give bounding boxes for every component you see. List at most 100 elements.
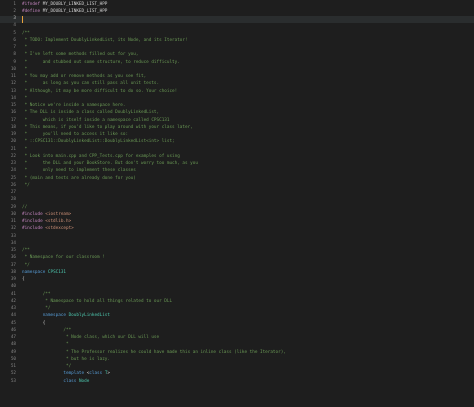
code-line[interactable]: 19 * you'll need to access it like so: xyxy=(0,132,474,139)
code-line[interactable]: 41 /** xyxy=(0,292,474,299)
code-line[interactable]: 2 #define MY_DOUBLY_LINKED_LIST_HPP xyxy=(0,9,474,16)
line-number: 29 xyxy=(10,204,16,210)
code-text: * Look into main.cpp and CPP_Tests.cpp f… xyxy=(22,153,180,159)
code-line[interactable]: 48 * xyxy=(0,342,474,349)
code-line[interactable]: 17 * which is itself inside a namespace … xyxy=(0,118,474,125)
line-number: 32 xyxy=(10,226,16,232)
code-text: * the DLL and your BookStore. But don't … xyxy=(22,161,198,166)
line-number: 44 xyxy=(10,313,16,319)
code-line[interactable]: 39 { xyxy=(0,277,474,284)
code-line[interactable]: 25 * (main and tests are already done fo… xyxy=(0,176,474,183)
line-number: 52 xyxy=(10,371,16,377)
line-number: 51 xyxy=(10,364,16,369)
code-text: * xyxy=(22,342,69,348)
code-line[interactable]: 6 * TODO: Implement DoublyLinkedList, it… xyxy=(0,38,474,45)
line-number: 18 xyxy=(10,124,16,130)
code-line[interactable]: 28 xyxy=(0,197,474,204)
code-text: * Node class, which our DLL will use xyxy=(22,335,160,340)
code-line[interactable]: 27 xyxy=(0,190,474,197)
line-number: 34 xyxy=(10,240,16,246)
code-text: #include <stdexcept> xyxy=(22,226,74,232)
code-line[interactable]: 14 * xyxy=(0,96,474,103)
code-line[interactable]: 46 /** xyxy=(0,328,474,335)
code-text: * you'll need to access it like so: xyxy=(22,132,129,137)
code-line[interactable]: 11 * You may add or remove methods as yo… xyxy=(0,74,474,81)
code-text: */ xyxy=(22,306,51,311)
code-line[interactable]: 44 namespace DoublyLinkedList xyxy=(0,313,474,320)
code-text: #include <iostream> xyxy=(22,211,72,217)
code-line[interactable]: 38 namespace CPSC131 xyxy=(0,270,474,277)
line-number: 53 xyxy=(10,378,16,384)
code-line[interactable]: 29 // xyxy=(0,205,474,212)
code-text: namespace DoublyLinkedList xyxy=(42,313,110,319)
code-line[interactable]: 40 xyxy=(0,284,474,291)
code-text: * but he is lazy. xyxy=(22,356,110,362)
line-number: 40 xyxy=(10,284,16,290)
code-line[interactable]: 32 #include <stdexcept> xyxy=(0,226,474,233)
line-number: 43 xyxy=(10,306,16,311)
code-line[interactable]: 37 */ xyxy=(0,263,474,270)
code-line[interactable]: 10 * xyxy=(0,67,474,74)
line-number: 23 xyxy=(10,161,16,166)
code-text: #ifndef MY_DOUBLY_LINKED_LIST_HPP xyxy=(22,1,108,7)
line-number: 50 xyxy=(10,356,16,362)
code-text: * This means, if you'd like to play arou… xyxy=(22,124,193,130)
code-line[interactable]: 20 * ::CPSC131::DoublyLinkedList::Doubly… xyxy=(0,139,474,146)
code-line[interactable]: 8 * I've left some methods filled out fo… xyxy=(0,52,474,59)
code-line[interactable]: 36 * Namespace for our classroom ! xyxy=(0,255,474,262)
line-number: 39 xyxy=(10,277,16,282)
code-line[interactable]: 35 /** xyxy=(0,248,474,255)
code-text: * and stubbed out some structure, to red… xyxy=(22,59,180,65)
line-number: 48 xyxy=(10,342,16,348)
code-line[interactable]: 26 */ xyxy=(0,183,474,190)
code-line[interactable]: 34 xyxy=(0,241,474,248)
code-line[interactable]: 49 * The Professor realizes he could hav… xyxy=(0,350,474,357)
code-text: * Namespace for our classroom ! xyxy=(22,255,105,261)
code-text: * xyxy=(22,66,28,72)
code-text: */ xyxy=(22,182,30,188)
code-line[interactable]: 30 #include <iostream> xyxy=(0,212,474,219)
line-number: 12 xyxy=(10,81,16,87)
line-number: 41 xyxy=(10,291,16,297)
code-line[interactable]: 1 #ifndef MY_DOUBLY_LINKED_LIST_HPP xyxy=(0,2,474,9)
line-number: 2 xyxy=(13,8,16,14)
line-number: 27 xyxy=(10,190,16,195)
code-line[interactable]: 43 */ xyxy=(0,306,474,313)
line-number: 46 xyxy=(10,327,16,333)
code-text: * which is itself inside a namespace cal… xyxy=(22,117,170,123)
code-line[interactable]: 15 * Notice we're inside a namespace her… xyxy=(0,103,474,110)
code-text: * I've left some methods filled out for … xyxy=(22,52,139,58)
code-text: { xyxy=(22,277,25,282)
line-number: 8 xyxy=(13,52,16,58)
code-line[interactable]: 33 xyxy=(0,234,474,241)
code-line[interactable]: 16 * The DLL is inside a class called Do… xyxy=(0,110,474,117)
code-line[interactable]: 31 #include <stdlib.h> xyxy=(0,219,474,226)
code-line[interactable]: 50 * but he is lazy. xyxy=(0,357,474,364)
code-line[interactable]: 12 * as long as you can still pass all u… xyxy=(0,81,474,88)
code-line[interactable]: 47 * Node class, which our DLL will use xyxy=(0,335,474,342)
code-line[interactable]: 5 /** xyxy=(0,31,474,38)
code-line[interactable]: 21 * xyxy=(0,147,474,154)
code-line[interactable]: 45 { xyxy=(0,321,474,328)
line-number: 28 xyxy=(10,197,16,203)
code-line[interactable]: 3 xyxy=(0,16,474,23)
code-line[interactable]: 22 * Look into main.cpp and CPP_Tests.cp… xyxy=(0,154,474,161)
code-line[interactable]: 51 */ xyxy=(0,364,474,371)
line-number: 31 xyxy=(10,219,16,224)
code-line[interactable]: 9 * and stubbed out some structure, to r… xyxy=(0,60,474,67)
code-line[interactable]: 13 * Although, it may be more difficult … xyxy=(0,89,474,96)
line-number: 19 xyxy=(10,132,16,137)
code-line[interactable]: 42 * Namespace to hold all things relate… xyxy=(0,299,474,306)
code-line[interactable]: 4 xyxy=(0,23,474,30)
code-line[interactable]: 23 * the DLL and your BookStore. But don… xyxy=(0,161,474,168)
code-line[interactable]: 18 * This means, if you'd like to play a… xyxy=(0,125,474,132)
code-line[interactable]: 7 * xyxy=(0,45,474,52)
code-text: // xyxy=(22,204,28,210)
code-line[interactable]: 24 * only need to implement these classe… xyxy=(0,168,474,175)
line-number: 26 xyxy=(10,182,16,188)
code-editor[interactable]: 1 #ifndef MY_DOUBLY_LINKED_LIST_HPP 2 #defi… xyxy=(0,0,474,407)
code-line[interactable]: 53 class Node xyxy=(0,379,474,386)
code-line[interactable]: 52 template <class T> xyxy=(0,371,474,378)
line-number: 16 xyxy=(10,110,16,116)
code-text: * xyxy=(22,45,28,50)
